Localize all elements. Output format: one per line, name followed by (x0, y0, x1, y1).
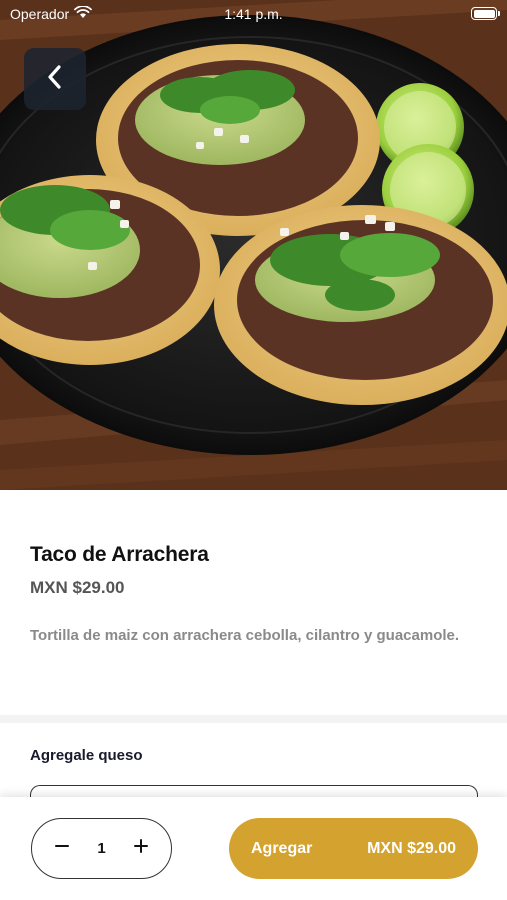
section-divider (0, 715, 507, 723)
battery-icon (471, 7, 500, 20)
option-title: Agregale queso (30, 747, 143, 764)
product-price: MXN $29.00 (30, 578, 125, 597)
product-title: Taco de Arrachera (30, 543, 209, 566)
status-bar: Operador 1:41 p.m. (0, 0, 507, 28)
decrease-quantity-button[interactable] (50, 837, 74, 861)
minus-icon (54, 838, 70, 859)
product-info: Taco de Arrachera MXN $29.00 Tortilla de… (0, 490, 507, 715)
chevron-left-icon (44, 64, 66, 95)
add-to-cart-button[interactable]: Agregar MXN $29.00 (229, 818, 478, 879)
status-time: 1:41 p.m. (224, 6, 283, 22)
plus-icon (133, 838, 149, 859)
add-button-label: Agregar (251, 839, 313, 857)
quantity-stepper: 1 (31, 818, 172, 879)
cheese-option-section: Agregale queso (0, 723, 507, 825)
back-button[interactable] (24, 48, 86, 110)
add-button-price: MXN $29.00 (367, 839, 456, 857)
product-description: Tortilla de maiz con arrachera cebolla, … (30, 627, 460, 644)
quantity-value: 1 (97, 840, 106, 857)
bottom-action-bar: 1 Agregar MXN $29.00 (0, 797, 507, 900)
increase-quantity-button[interactable] (129, 837, 153, 861)
